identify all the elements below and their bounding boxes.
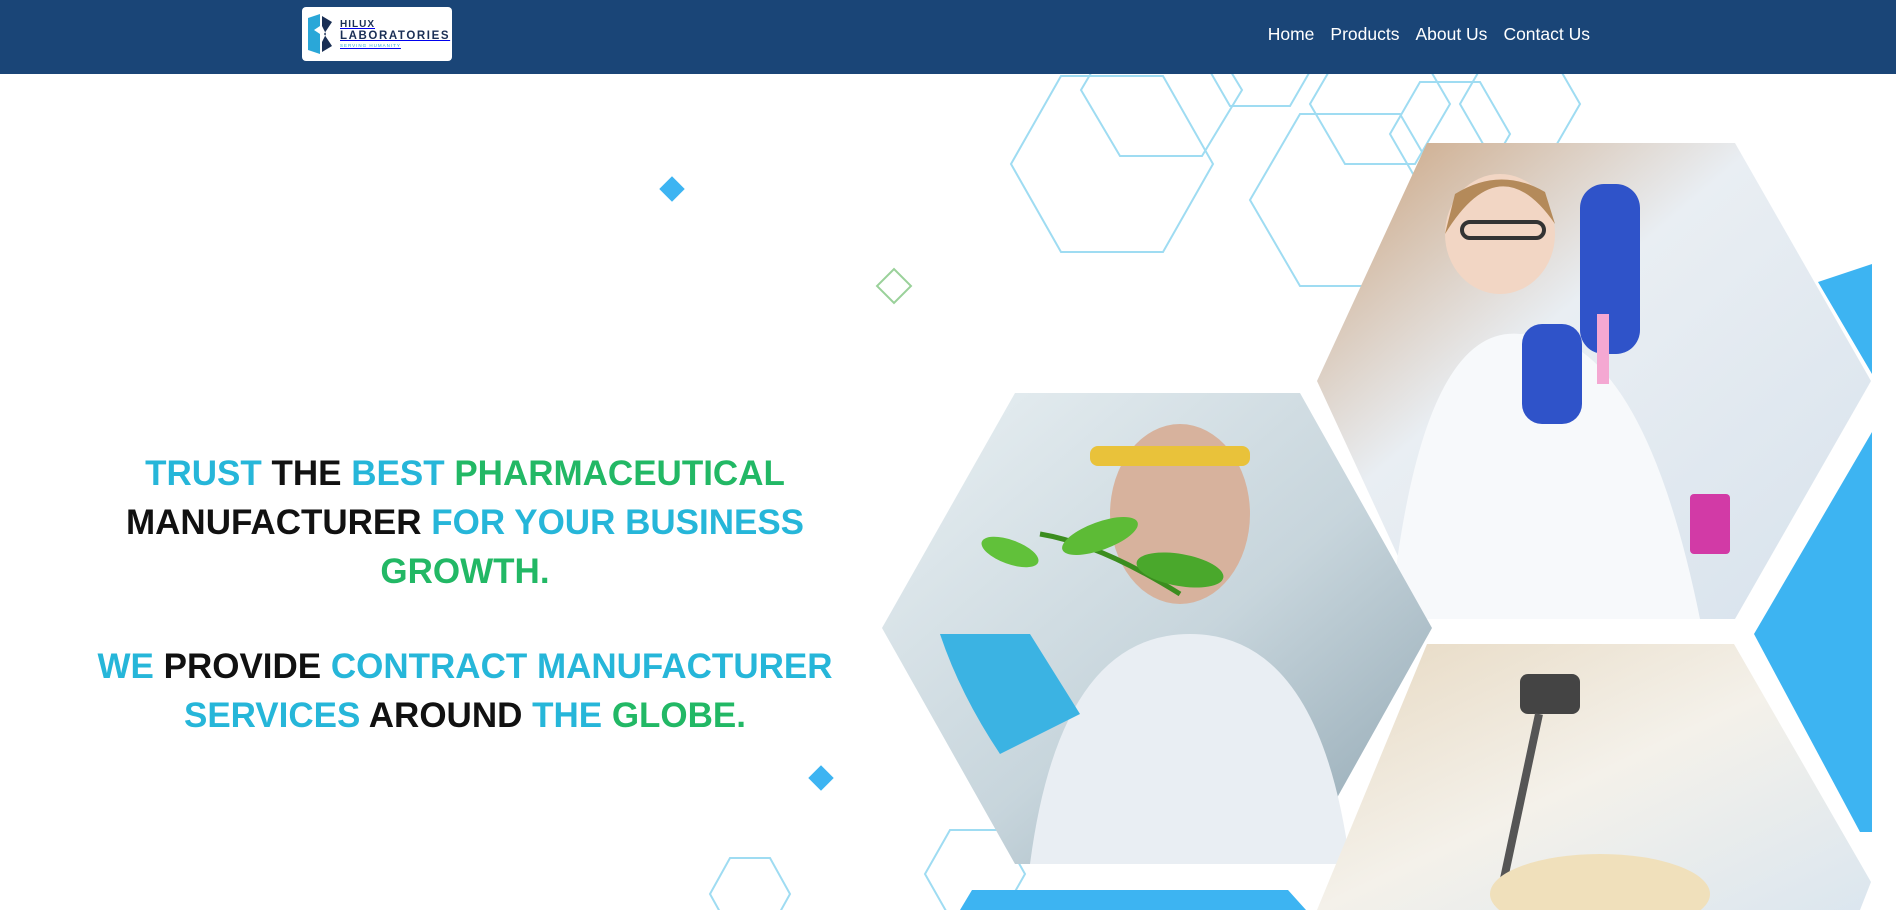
hero-subheadline: WE PROVIDE CONTRACT MANUFACTURER SERVICE… [40,642,890,740]
headline-word: BEST [351,454,455,493]
hexagon-icon [708,857,792,910]
headline-word: MANUFACTURER [536,647,833,686]
brand-logo-icon [308,14,332,54]
nav-home-link[interactable]: Home [1268,24,1315,45]
nav-about-us-link[interactable]: About Us [1415,24,1487,45]
brand-name-line1: HILUX [340,18,375,30]
hero-photo-plant [882,393,1432,864]
headline-word: THE [271,454,352,493]
headline-word: PROVIDE [163,647,331,686]
main-nav: Home Products About Us Contact Us [1268,24,1590,45]
brand-tagline: SERVING HUMANITY [340,43,401,48]
hexagon-icon [1210,74,1310,107]
headline-word: WE [97,647,164,686]
headline-word: AROUND [368,696,533,735]
headline-word: TRUST [145,454,272,493]
headline-word: SERVICES [183,696,369,735]
brand-name-line2: LABORATORIES [340,29,451,42]
headline-word: BUSINESS [625,503,805,542]
headline-word: THE [532,696,612,735]
diamond-icon [808,765,834,791]
brand-wordmark: HILUX LABORATORIES SERVING HUMANITY [340,18,451,49]
diamond-icon [875,267,913,305]
hexagon-icon [1009,75,1215,253]
hero-photo-scientist [1317,143,1871,619]
navbar: HILUX LABORATORIES SERVING HUMANITY Home… [0,0,1896,74]
accent-shape [960,890,1306,910]
headline-word: FOR YOUR [431,503,626,542]
hero-headline: TRUST THE BEST PHARMACEUTICAL MANUFACTUR… [40,449,890,596]
brand-logo[interactable]: HILUX LABORATORIES SERVING HUMANITY [302,7,452,61]
headline-word: CONTRACT [330,647,537,686]
headline-word: GROWTH. [380,552,550,591]
diamond-icon [659,176,685,202]
headline-word: MANUFACTURER [125,503,432,542]
headline-word: PHARMACEUTICAL [454,454,785,493]
nav-contact-us-link[interactable]: Contact Us [1503,24,1590,45]
nav-products-link[interactable]: Products [1330,24,1399,45]
headline-word: GLOBE. [611,696,747,735]
